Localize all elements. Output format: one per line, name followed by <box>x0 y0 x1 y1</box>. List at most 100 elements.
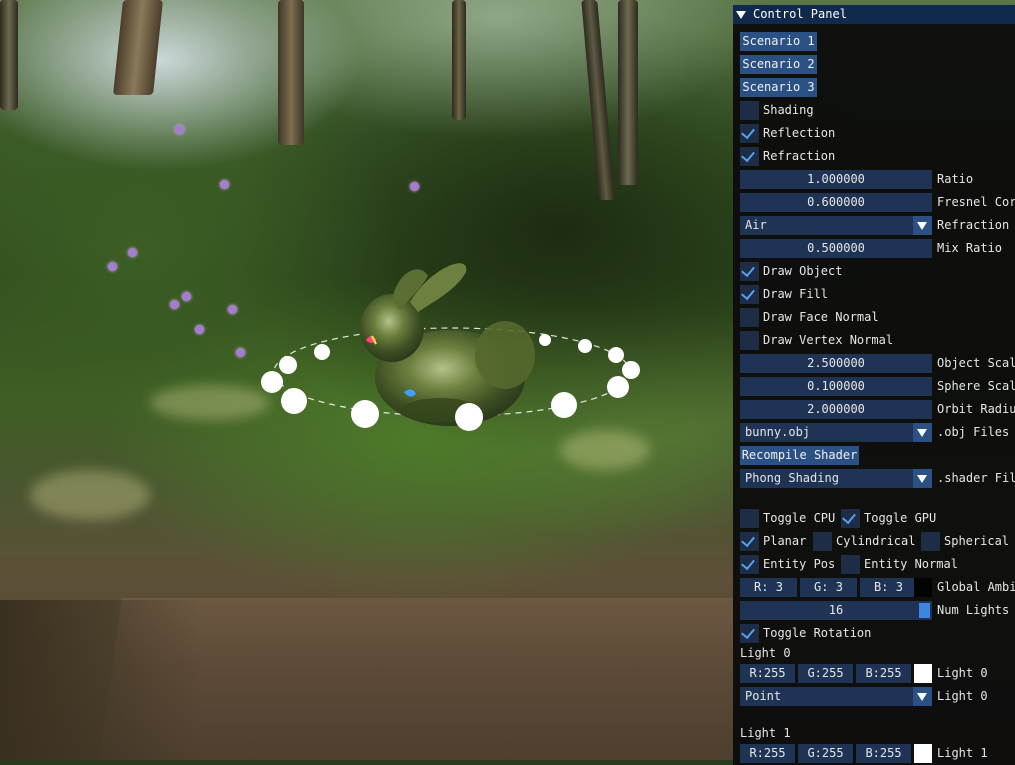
light-0-header: Light 0 <box>740 646 791 660</box>
draw-face-normal-label: Draw Face Normal <box>763 310 879 324</box>
spherical-checkbox[interactable] <box>921 532 940 551</box>
light-sphere <box>551 392 577 418</box>
light-sphere <box>351 400 379 428</box>
light-0-g-input[interactable]: G:255 <box>798 664 853 683</box>
entity-pos-label: Entity Pos <box>763 557 836 571</box>
collapse-arrow-icon[interactable] <box>736 11 746 19</box>
refraction-combo[interactable]: Air <box>740 216 932 235</box>
entity-normal-label: Entity Normal <box>864 557 958 571</box>
combo-arrow[interactable] <box>913 687 932 706</box>
chevron-down-icon <box>917 693 927 701</box>
scenario-3-button[interactable]: Scenario 3 <box>740 78 817 97</box>
control-panel[interactable]: Control Panel Scenario 1 Scenario 2 Scen… <box>733 5 1015 765</box>
shader-file-combo[interactable]: Phong Shading <box>740 469 932 488</box>
light-1-header: Light 1 <box>740 726 791 740</box>
ratio-label: Ratio <box>937 172 974 186</box>
light-sphere <box>607 376 629 398</box>
light-0-color-swatch[interactable] <box>914 664 932 683</box>
combo-arrow[interactable] <box>913 469 932 488</box>
entity-normal-checkbox[interactable] <box>841 555 860 574</box>
draw-object-label: Draw Object <box>763 264 843 278</box>
slider-grab[interactable] <box>919 603 930 618</box>
draw-object-checkbox[interactable] <box>740 262 759 281</box>
cylindrical-label: Cylindrical <box>836 534 916 548</box>
light-sphere <box>608 347 624 363</box>
ambient-color-swatch[interactable] <box>914 578 932 597</box>
obj-file-combo[interactable]: bunny.obj <box>740 423 932 442</box>
mix-ratio-input[interactable]: 0.500000 <box>740 239 932 258</box>
toggle-gpu-label: Toggle GPU <box>864 511 937 525</box>
refraction-checkbox[interactable] <box>740 147 759 166</box>
spherical-label: Spherical <box>944 534 1010 548</box>
checkmark-icon <box>741 147 755 163</box>
draw-face-normal-checkbox[interactable] <box>740 308 759 327</box>
object-scale-input[interactable]: 2.500000 <box>740 354 932 373</box>
light-1-b-input[interactable]: B:255 <box>856 744 911 763</box>
light-0-type-combo[interactable]: Point <box>740 687 932 706</box>
reflection-label: Reflection <box>763 126 836 140</box>
light-1-g-input[interactable]: G:255 <box>798 744 853 763</box>
light-sphere <box>578 339 592 353</box>
recompile-shader-button[interactable]: Recompile Shader <box>740 446 859 465</box>
combo-arrow[interactable] <box>913 423 932 442</box>
light-1-r-input[interactable]: R:255 <box>740 744 795 763</box>
checkmark-icon <box>741 624 755 640</box>
light-1-color-label: Light 1 <box>937 746 988 760</box>
orbit-radius-input[interactable]: 2.000000 <box>740 400 932 419</box>
refraction-combo-value: Air <box>745 218 767 232</box>
checkmark-icon <box>741 285 755 301</box>
light-0-b-input[interactable]: B:255 <box>856 664 911 683</box>
light-1-color-swatch[interactable] <box>914 744 932 763</box>
combo-arrow[interactable] <box>913 216 932 235</box>
draw-vertex-normal-checkbox[interactable] <box>740 331 759 350</box>
num-lights-value: 16 <box>828 603 844 617</box>
panel-title: Control Panel <box>753 7 847 21</box>
toggle-rotation-checkbox[interactable] <box>740 624 759 643</box>
draw-fill-label: Draw Fill <box>763 287 829 301</box>
num-lights-label: Num Lights <box>937 603 1010 617</box>
draw-fill-checkbox[interactable] <box>740 285 759 304</box>
light-sphere <box>281 388 307 414</box>
ambient-g-input[interactable]: G: 3 <box>800 578 857 597</box>
toggle-cpu-checkbox[interactable] <box>740 509 759 528</box>
shading-checkbox[interactable] <box>740 101 759 120</box>
checkmark-icon <box>741 124 755 140</box>
shading-label: Shading <box>763 103 814 117</box>
planar-checkbox[interactable] <box>740 532 759 551</box>
ambient-b-input[interactable]: B: 3 <box>860 578 917 597</box>
light-sphere <box>314 344 330 360</box>
num-lights-slider[interactable]: 16 <box>740 601 932 620</box>
light-0-color-label: Light 0 <box>937 666 988 680</box>
obj-file-value: bunny.obj <box>745 425 811 439</box>
sphere-scale-input[interactable]: 0.100000 <box>740 377 932 396</box>
toggle-rotation-label: Toggle Rotation <box>763 626 872 640</box>
ratio-input[interactable]: 1.000000 <box>740 170 932 189</box>
scenario-2-button[interactable]: Scenario 2 <box>740 55 817 74</box>
chevron-down-icon <box>917 429 927 437</box>
light-sphere <box>455 403 483 431</box>
scenario-1-button[interactable]: Scenario 1 <box>740 32 817 51</box>
obj-file-label: .obj Files <box>937 425 1010 439</box>
chevron-down-icon <box>917 222 927 230</box>
light-0-r-input[interactable]: R:255 <box>740 664 795 683</box>
light-sphere <box>622 361 640 379</box>
refraction-label: Refraction <box>763 149 836 163</box>
ambient-r-input[interactable]: R: 3 <box>740 578 797 597</box>
entity-pos-checkbox[interactable] <box>740 555 759 574</box>
cylindrical-checkbox[interactable] <box>813 532 832 551</box>
toggle-gpu-checkbox[interactable] <box>841 509 860 528</box>
checkmark-icon <box>741 532 755 548</box>
checkmark-icon <box>741 555 755 571</box>
reflection-checkbox[interactable] <box>740 124 759 143</box>
toggle-cpu-label: Toggle CPU <box>763 511 836 525</box>
fresnel-input[interactable]: 0.600000 <box>740 193 932 212</box>
light-sphere <box>539 334 551 346</box>
refraction-combo-label: Refraction <box>937 218 1010 232</box>
shader-file-value: Phong Shading <box>745 471 839 485</box>
orbit-radius-label: Orbit Radiu <box>937 402 1015 416</box>
checkmark-icon <box>842 509 856 525</box>
chevron-down-icon <box>917 475 927 483</box>
panel-title-bar[interactable]: Control Panel <box>733 5 1015 24</box>
draw-vertex-normal-label: Draw Vertex Normal <box>763 333 894 347</box>
planar-label: Planar <box>763 534 807 548</box>
